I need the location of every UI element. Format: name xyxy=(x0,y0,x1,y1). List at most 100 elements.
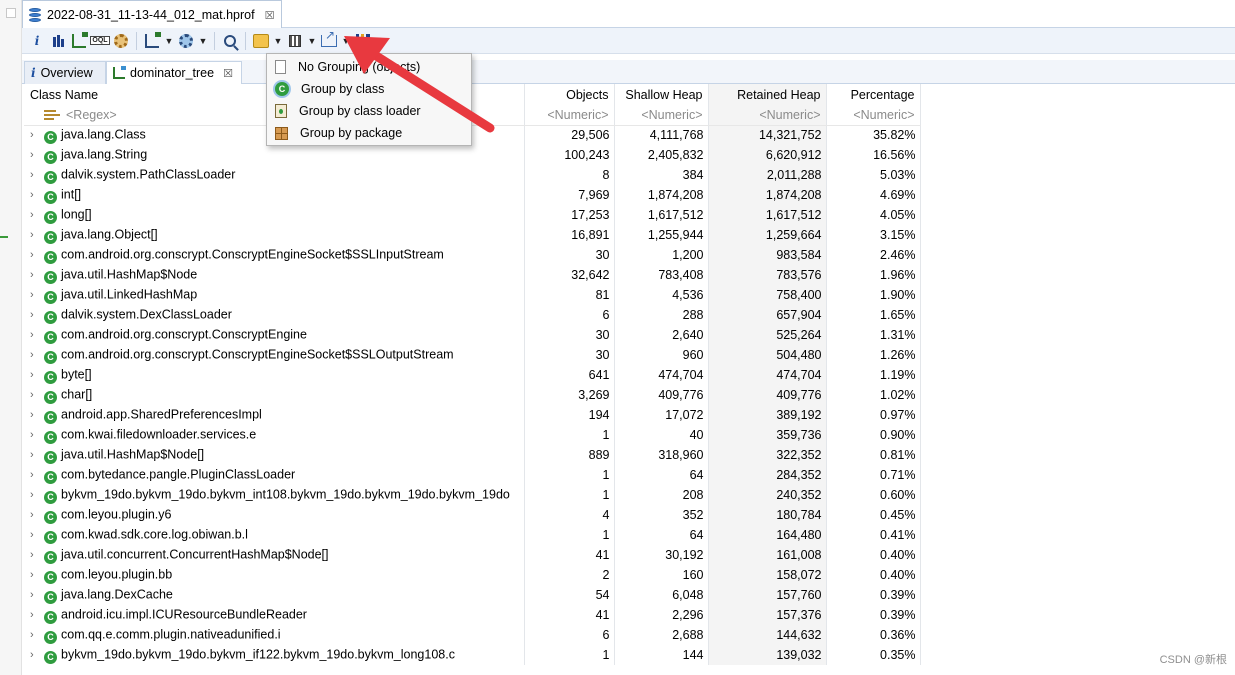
search-icon[interactable] xyxy=(221,32,239,50)
class-icon: C xyxy=(44,510,57,524)
table-row[interactable]: › Cjava.util.HashMap$Node[] 889 318,960 322,… xyxy=(24,445,921,465)
percentage-filter[interactable]: <Numeric> xyxy=(826,105,921,126)
table-row[interactable]: › Ccom.leyou.plugin.bb 2 160 158,072 0.40% xyxy=(24,565,921,585)
class-icon: C xyxy=(44,330,57,344)
expand-chevron-icon[interactable]: › xyxy=(30,389,42,401)
expand-chevron-icon[interactable]: › xyxy=(30,449,42,461)
table-row[interactable]: › Candroid.icu.impl.ICUResourceBundleRead… xyxy=(24,605,921,625)
objects-cell: 16,891 xyxy=(524,225,615,245)
chevron-down-icon[interactable]: ▼ xyxy=(164,36,174,46)
column-header-objects[interactable]: Objects xyxy=(524,84,615,105)
column-header-percentage[interactable]: Percentage xyxy=(826,84,921,105)
percentage-cell: 35.82% xyxy=(826,125,921,145)
info-icon[interactable]: i xyxy=(28,32,46,50)
expand-chevron-icon[interactable]: › xyxy=(30,609,42,621)
table-row[interactable]: › Cjava.lang.DexCache 54 6,048 157,760 0.39% xyxy=(24,585,921,605)
table-row[interactable]: › Cjava.util.HashMap$Node 32,642 783,408 783… xyxy=(24,265,921,285)
retained-heap-filter[interactable]: <Numeric> xyxy=(708,105,827,126)
shallow-heap-cell: 1,200 xyxy=(614,245,709,265)
histogram-icon[interactable] xyxy=(49,32,67,50)
expand-chevron-icon[interactable]: › xyxy=(30,209,42,221)
heap-dump-gear-icon[interactable] xyxy=(112,32,130,50)
expand-chevron-icon[interactable]: › xyxy=(30,649,42,661)
chart-icon[interactable] xyxy=(354,32,372,50)
expand-chevron-icon[interactable]: › xyxy=(30,349,42,361)
expand-chevron-icon[interactable]: › xyxy=(30,509,42,521)
class-loader-icon xyxy=(275,104,287,118)
expand-chevron-icon[interactable]: › xyxy=(30,569,42,581)
close-icon[interactable]: ☒ xyxy=(223,67,233,80)
expand-chevron-icon[interactable]: › xyxy=(30,169,42,181)
class-name-text: com.leyou.plugin.y6 xyxy=(61,507,172,522)
column-header-shallow-heap[interactable]: Shallow Heap xyxy=(614,84,709,105)
expand-chevron-icon[interactable]: › xyxy=(30,629,42,641)
run-report-icon[interactable] xyxy=(143,31,161,50)
menu-item-group-by-class-loader[interactable]: Group by class loader xyxy=(267,100,471,122)
expand-chevron-icon[interactable]: › xyxy=(30,269,42,281)
tab-dominator-tree[interactable]: dominator_tree ☒ xyxy=(106,61,242,84)
expand-chevron-icon[interactable]: › xyxy=(30,429,42,441)
table-row[interactable]: › Cdalvik.system.DexClassLoader 6 288 657,90… xyxy=(24,305,921,325)
expand-chevron-icon[interactable]: › xyxy=(30,149,42,161)
table-row[interactable]: › Cint[] 7,969 1,874,208 1,874,208 4.69% xyxy=(24,185,921,205)
expand-chevron-icon[interactable]: › xyxy=(30,369,42,381)
table-row[interactable]: › Clong[] 17,253 1,617,512 1,617,512 4.05% xyxy=(24,205,921,225)
dominator-tree-icon[interactable] xyxy=(70,31,88,50)
table-row[interactable]: › Cjava.lang.Object[] 16,891 1,255,944 1,259… xyxy=(24,225,921,245)
calculate-retained-icon[interactable] xyxy=(286,32,304,50)
chevron-down-icon[interactable]: ▼ xyxy=(198,36,208,46)
expand-chevron-icon[interactable]: › xyxy=(30,589,42,601)
expand-chevron-icon[interactable]: › xyxy=(30,249,42,261)
table-row[interactable]: › Ccom.kwad.sdk.core.log.obiwan.b.l 1 64 164… xyxy=(24,525,921,545)
expand-chevron-icon[interactable]: › xyxy=(30,549,42,561)
expand-chevron-icon[interactable]: › xyxy=(30,529,42,541)
oql-icon[interactable]: OQL xyxy=(90,32,110,50)
export-icon[interactable] xyxy=(320,28,338,50)
chevron-down-icon[interactable]: ▼ xyxy=(341,36,351,46)
query-browser-icon[interactable] xyxy=(177,32,195,50)
expand-chevron-icon[interactable]: › xyxy=(30,489,42,501)
expand-chevron-icon[interactable]: › xyxy=(30,189,42,201)
close-icon[interactable]: ☒ xyxy=(265,9,275,22)
menu-item-group-by-class[interactable]: C Group by class xyxy=(267,78,471,100)
chevron-down-icon[interactable]: ▼ xyxy=(307,36,317,46)
menu-item-no-grouping[interactable]: No Grouping (objects) xyxy=(267,56,471,78)
table-row[interactable]: › Cbykvm_19do.bykvm_19do.bykvm_if122.bykv… xyxy=(24,645,921,665)
table-row[interactable]: › Ccom.android.org.conscrypt.ConscryptEng… xyxy=(24,345,921,365)
expand-chevron-icon[interactable]: › xyxy=(30,289,42,301)
shallow-heap-filter[interactable]: <Numeric> xyxy=(614,105,709,126)
table-row[interactable]: › Cjava.lang.Class 29,506 4,111,768 14,321,7… xyxy=(24,125,921,145)
expand-chevron-icon[interactable]: › xyxy=(30,409,42,421)
table-row[interactable]: › Ccom.android.org.conscrypt.ConscryptEng… xyxy=(24,325,921,345)
table-row[interactable]: › Candroid.app.SharedPreferencesImpl 194 17… xyxy=(24,405,921,425)
percentage-cell: 0.40% xyxy=(826,545,921,565)
editor-tab-hprof[interactable]: 2022-08-31_11-13-44_012_mat.hprof ☒ xyxy=(22,0,282,29)
tab-overview[interactable]: i Overview xyxy=(24,61,106,84)
chevron-down-icon[interactable]: ▼ xyxy=(273,36,283,46)
class-name-cell: › Cdalvik.system.DexClassLoader xyxy=(24,305,525,325)
table-row[interactable]: › Cbyte[] 641 474,704 474,704 1.19% xyxy=(24,365,921,385)
table-row[interactable]: › Cchar[] 3,269 409,776 409,776 1.02% xyxy=(24,385,921,405)
table-row[interactable]: › Ccom.android.org.conscrypt.ConscryptEng… xyxy=(24,245,921,265)
expand-chevron-icon[interactable]: › xyxy=(30,309,42,321)
column-header-retained-heap[interactable]: Retained Heap xyxy=(708,84,827,105)
expand-chevron-icon[interactable]: › xyxy=(30,229,42,241)
expand-chevron-icon[interactable]: › xyxy=(30,129,42,141)
table-row[interactable]: › Ccom.qq.e.comm.plugin.nativeadunified.i… xyxy=(24,625,921,645)
group-result-icon[interactable] xyxy=(252,32,270,50)
menu-item-group-by-package[interactable]: Group by package xyxy=(267,122,471,144)
shallow-heap-cell: 384 xyxy=(614,165,709,185)
table-row[interactable]: › Ccom.leyou.plugin.y6 4 352 180,784 0.45% xyxy=(24,505,921,525)
table-row[interactable]: › Cjava.util.concurrent.ConcurrentHashMap… xyxy=(24,545,921,565)
class-name-cell: › Cjava.util.HashMap$Node xyxy=(24,265,525,285)
table-row[interactable]: › Cdalvik.system.PathClassLoader 8 384 2,011… xyxy=(24,165,921,185)
table-row[interactable]: › Cjava.util.LinkedHashMap 81 4,536 758,400 1… xyxy=(24,285,921,305)
expand-chevron-icon[interactable]: › xyxy=(30,329,42,341)
expand-chevron-icon[interactable]: › xyxy=(30,469,42,481)
table-row[interactable]: › Ccom.bytedance.pangle.PluginClassLoader… xyxy=(24,465,921,485)
objects-filter[interactable]: <Numeric> xyxy=(524,105,615,126)
table-row[interactable]: › Cjava.lang.String 100,243 2,405,832 6,620,… xyxy=(24,145,921,165)
table-row[interactable]: › Cbykvm_19do.bykvm_19do.bykvm_int108.byk… xyxy=(24,485,921,505)
objects-cell: 2 xyxy=(524,565,615,585)
table-row[interactable]: › Ccom.kwai.filedownloader.services.e 1 40 3… xyxy=(24,425,921,445)
